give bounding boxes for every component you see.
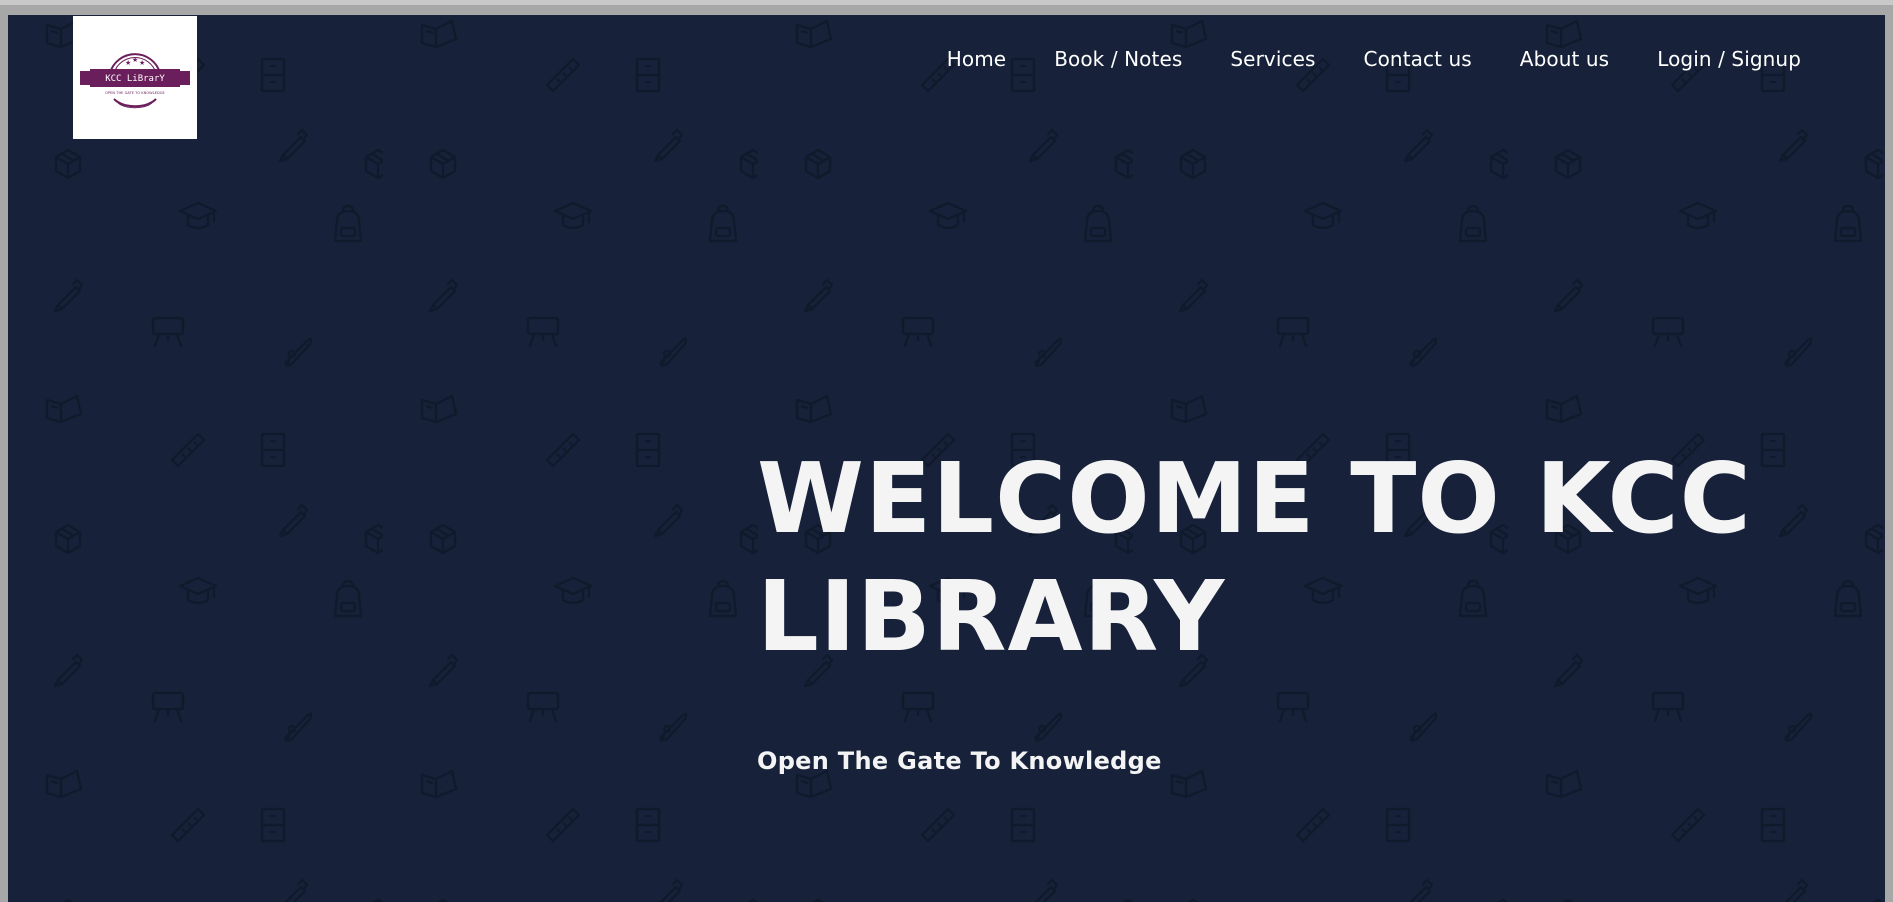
logo-tagline-text: OPEN THE GATE TO KNOWLEDGE bbox=[105, 91, 165, 95]
svg-text:★: ★ bbox=[125, 59, 131, 67]
hero-subtitle: Open The Gate To Knowledge bbox=[757, 747, 1162, 775]
nav-services[interactable]: Services bbox=[1206, 33, 1339, 85]
nav-login-signup[interactable]: Login / Signup bbox=[1633, 33, 1825, 85]
nav-about-us[interactable]: About us bbox=[1496, 33, 1633, 85]
svg-text:★: ★ bbox=[132, 56, 138, 64]
hero-title: WELCOME TO KCC LIBRARY bbox=[757, 442, 1752, 673]
nav-home[interactable]: Home bbox=[923, 33, 1030, 85]
nav-contact-us[interactable]: Contact us bbox=[1340, 33, 1496, 85]
hero-section: ★ ★ ★ KCC LiBrarY OPEN THE GATE TO KNOWL… bbox=[8, 15, 1885, 902]
site-logo[interactable]: ★ ★ ★ KCC LiBrarY OPEN THE GATE TO KNOWL… bbox=[73, 16, 197, 139]
svg-text:★: ★ bbox=[139, 59, 145, 67]
main-nav: Home Book / Notes Services Contact us Ab… bbox=[923, 33, 1825, 85]
nav-book-notes[interactable]: Book / Notes bbox=[1030, 33, 1206, 85]
window-top-edge bbox=[0, 0, 1893, 5]
kcc-library-logo-icon: ★ ★ ★ KCC LiBrarY OPEN THE GATE TO KNOWL… bbox=[80, 52, 190, 108]
logo-brand-text: KCC LiBrarY bbox=[105, 74, 165, 84]
